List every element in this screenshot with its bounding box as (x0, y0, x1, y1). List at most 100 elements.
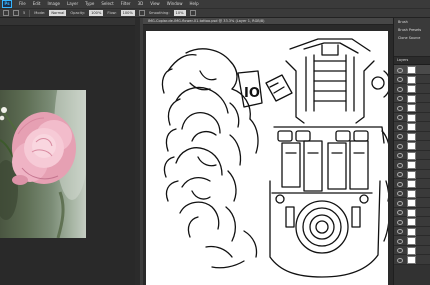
reference-document[interactable] (0, 18, 135, 285)
layer-row[interactable] (394, 84, 430, 94)
eye-icon[interactable] (397, 115, 403, 120)
layer-thumbnail (407, 189, 416, 198)
layer-thumbnail (407, 66, 416, 74)
eye-icon[interactable] (397, 219, 403, 225)
layer-thumbnail (407, 237, 416, 245)
layer-row[interactable] (394, 150, 430, 160)
layer-row[interactable] (394, 141, 430, 151)
layer-row[interactable] (394, 207, 430, 217)
layer-thumbnail (407, 151, 416, 160)
mode-select[interactable]: Normal (49, 10, 67, 16)
smoothing-field[interactable]: 10% (173, 10, 186, 16)
layer-row[interactable] (394, 122, 430, 132)
layer-row[interactable] (394, 217, 430, 227)
eye-icon[interactable] (397, 200, 403, 206)
layers-panel-header[interactable]: Layers (394, 57, 430, 65)
eye-icon[interactable] (397, 134, 403, 139)
eye-icon[interactable] (397, 124, 403, 130)
menu-3d[interactable]: 3D (138, 0, 144, 8)
layer-row[interactable] (394, 226, 430, 236)
eye-icon[interactable] (397, 153, 403, 158)
layer-row[interactable] (394, 74, 430, 84)
layer-row[interactable] (394, 65, 430, 75)
divider (29, 9, 31, 17)
panel-row-brush[interactable]: Brush (394, 18, 430, 26)
rose-photo (0, 90, 86, 238)
eye-icon[interactable] (397, 143, 403, 149)
menu-edit[interactable]: Edit (33, 0, 41, 8)
brush-tool-icon[interactable] (3, 10, 9, 16)
layer-thumbnail (407, 132, 416, 141)
airbrush-icon[interactable] (138, 10, 145, 16)
photoshop-logo: Ps (2, 0, 12, 8)
layer-row[interactable] (394, 188, 430, 198)
menu-window[interactable]: Window (167, 0, 183, 8)
layer-row[interactable] (394, 103, 430, 113)
menu-type[interactable]: Type (85, 0, 94, 8)
mech-letter-i: IO (244, 86, 260, 101)
layer-row[interactable] (394, 93, 430, 103)
eye-icon[interactable] (397, 257, 403, 263)
menu-image[interactable]: Image (47, 0, 60, 8)
opacity-field[interactable]: 100% (89, 10, 104, 16)
smoothing-label: Smoothing: (148, 11, 170, 15)
layers-list (394, 65, 430, 265)
menu-layer[interactable]: Layer (67, 0, 78, 8)
mech-line-art: IO (237, 38, 388, 278)
eye-icon[interactable] (397, 86, 403, 92)
eye-icon[interactable] (397, 191, 403, 196)
layer-thumbnail (407, 161, 416, 169)
layer-row[interactable] (394, 236, 430, 246)
menu-select[interactable]: Select (101, 0, 113, 8)
menu-help[interactable]: Help (189, 0, 198, 8)
layer-row[interactable] (394, 169, 430, 179)
reference-doc-tab-bar[interactable] (0, 18, 135, 26)
layer-row[interactable] (394, 255, 430, 265)
eye-icon[interactable] (397, 172, 403, 177)
layer-row[interactable] (394, 160, 430, 170)
eye-icon[interactable] (397, 238, 403, 244)
eye-icon[interactable] (397, 248, 403, 253)
sketch-document[interactable]: IMG-Copiar-de-IMG-flower-01-tattoo.psd @… (143, 18, 393, 285)
layer-thumbnail (407, 256, 416, 264)
menu-view[interactable]: View (150, 0, 160, 8)
layer-row[interactable] (394, 131, 430, 141)
eye-icon[interactable] (397, 77, 403, 82)
layer-thumbnail (407, 85, 416, 93)
layer-thumbnail (407, 94, 416, 103)
eye-icon[interactable] (397, 96, 403, 101)
layer-thumbnail (407, 218, 416, 226)
document-tab[interactable]: IMG-Copiar-de-IMG-flower-01-tattoo.psd @… (143, 18, 393, 25)
menu-file[interactable]: File (19, 0, 26, 8)
eye-icon[interactable] (397, 105, 403, 111)
layer-thumbnail (407, 199, 416, 207)
eye-icon[interactable] (397, 67, 403, 73)
layer-row[interactable] (394, 245, 430, 255)
brush-size-value[interactable]: 5 (23, 11, 25, 15)
drawing-canvas[interactable]: IO (146, 31, 388, 285)
panel-row-brush-presets[interactable]: Brush Presets (394, 26, 430, 34)
eye-icon[interactable] (397, 162, 403, 168)
right-panel-dock: Brush Brush Presets Clone Source Layers (393, 18, 430, 285)
flow-field[interactable]: 100% (120, 10, 135, 16)
layer-row[interactable] (394, 198, 430, 208)
eye-icon[interactable] (397, 181, 403, 187)
layer-thumbnail (407, 208, 416, 217)
menu-filter[interactable]: Filter (121, 0, 131, 8)
line-art-drawing: IO (161, 38, 388, 278)
layer-thumbnail (407, 113, 416, 122)
layer-thumbnail (407, 170, 416, 179)
pressure-icon[interactable] (189, 10, 196, 16)
layer-thumbnail (407, 123, 416, 131)
options-bar: 5 Mode: Normal Opacity: 100% Flow: 100% … (0, 8, 430, 18)
brush-preset-picker-icon[interactable] (13, 10, 19, 16)
layer-thumbnail (407, 180, 416, 188)
panel-row-clone-source[interactable]: Clone Source (394, 34, 430, 42)
eye-icon[interactable] (397, 210, 403, 215)
layer-thumbnail (407, 104, 416, 112)
eye-icon[interactable] (397, 229, 403, 234)
layer-row[interactable] (394, 179, 430, 189)
layer-row[interactable] (394, 112, 430, 122)
menu-bar: Ps File Edit Image Layer Type Select Fil… (0, 0, 430, 8)
rose-line-art (161, 48, 259, 269)
